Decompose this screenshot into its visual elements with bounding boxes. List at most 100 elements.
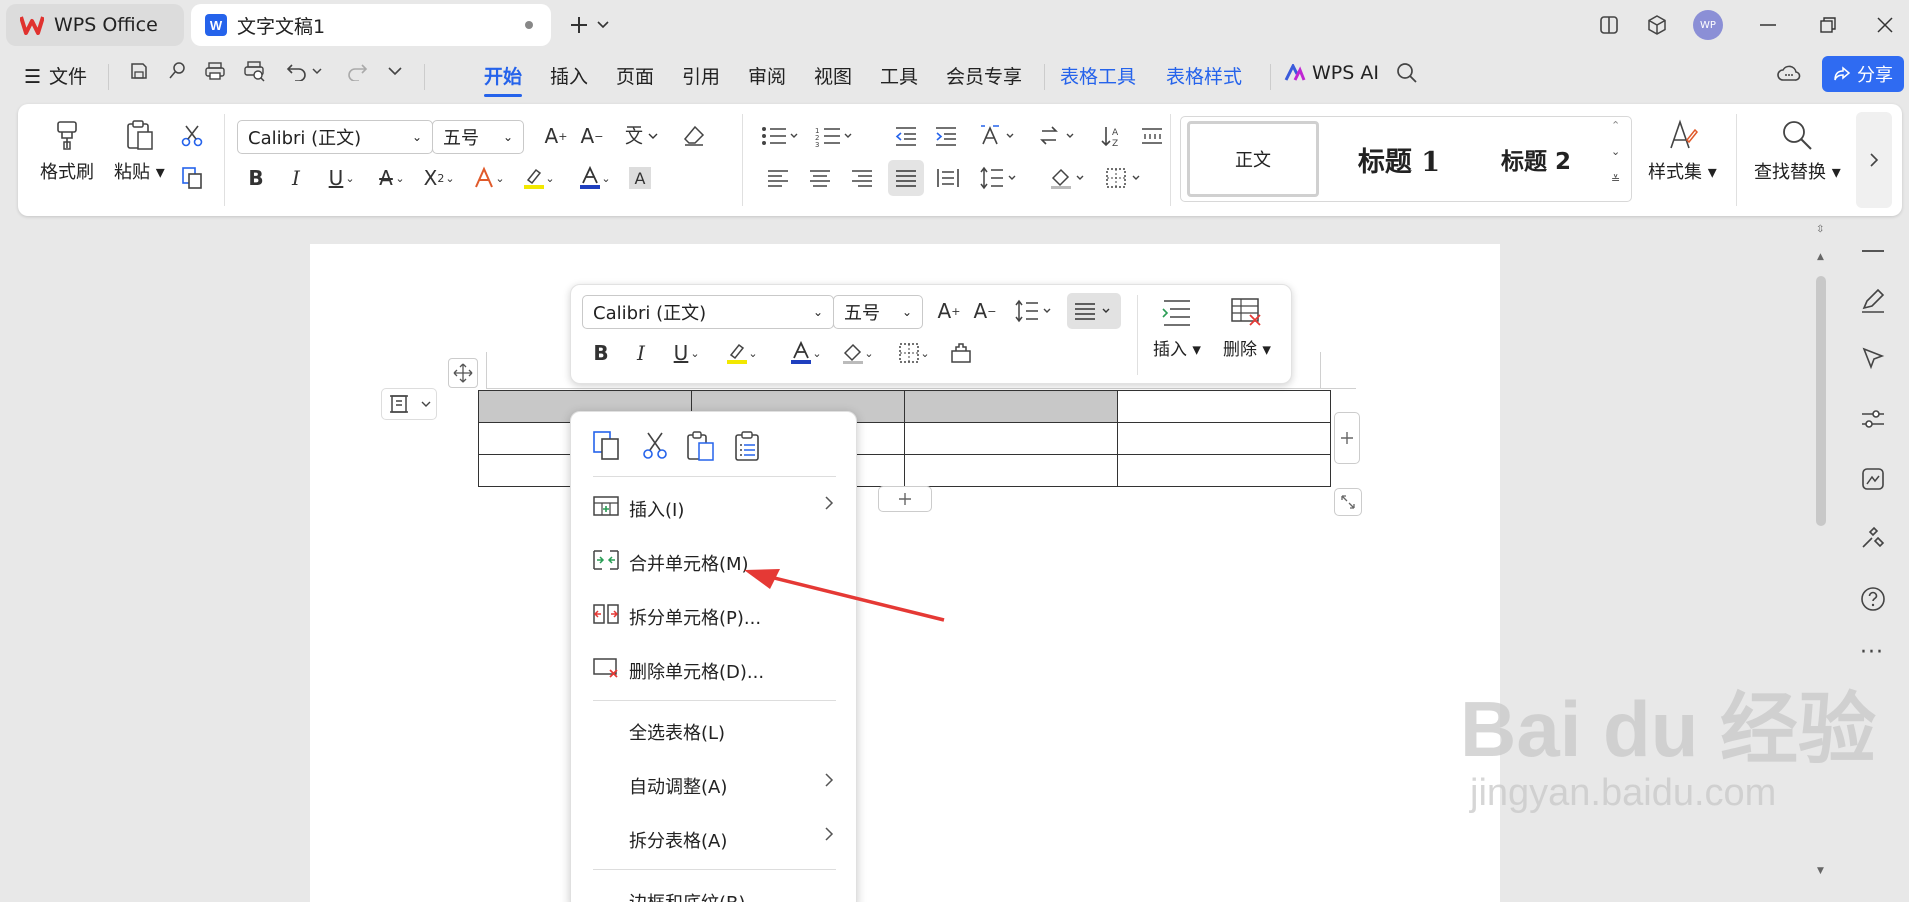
tab-list-chevron-icon[interactable]	[592, 8, 614, 42]
shrink-font-icon[interactable]: A −	[576, 120, 608, 152]
undo-dropdown-chevron-icon[interactable]	[306, 54, 328, 88]
strikethrough-chevron-icon[interactable]: ⌄	[392, 162, 408, 194]
table-resize-handle-icon[interactable]	[1334, 488, 1362, 516]
avatar[interactable]: WP	[1691, 8, 1725, 42]
align-right-icon[interactable]	[846, 162, 878, 194]
table-cell[interactable]	[1117, 390, 1331, 423]
line-spacing-icon[interactable]	[976, 162, 1022, 194]
new-tab-button[interactable]	[562, 8, 596, 42]
table-cell[interactable]	[904, 422, 1118, 455]
menu-member[interactable]: 会员专享	[946, 62, 1022, 89]
scroll-up-icon[interactable]: ▲	[1817, 252, 1824, 262]
font-color-chevron-icon[interactable]: ⌄	[598, 162, 614, 194]
ctx-copy-icon[interactable]	[591, 430, 623, 462]
paste-button[interactable]: 粘贴 ▾	[114, 118, 165, 184]
ctx-insert[interactable]: 插入(I)	[571, 487, 858, 527]
reading-layout-icon[interactable]	[1592, 8, 1626, 42]
scroll-thumb[interactable]	[1816, 276, 1826, 526]
mini-delete-button[interactable]: 删除 ▾	[1223, 295, 1271, 360]
style-heading-1[interactable]: 标题 1	[1329, 121, 1469, 197]
tab-document[interactable]: W 文字文稿1	[191, 4, 551, 46]
table-layout-toggle[interactable]	[381, 388, 437, 420]
text-flow-icon[interactable]	[1036, 120, 1082, 152]
paragraph-shading-icon[interactable]	[1046, 162, 1092, 194]
text-effect-chevron-icon[interactable]: ⌄	[492, 162, 508, 194]
table-cell[interactable]	[1117, 454, 1331, 487]
help-icon[interactable]	[1860, 586, 1886, 612]
mini-italic-icon[interactable]: I	[625, 337, 657, 369]
align-center-icon[interactable]	[804, 162, 836, 194]
table-cell[interactable]	[904, 390, 1118, 423]
align-left-icon[interactable]	[762, 162, 794, 194]
mini-highlight-chevron-icon[interactable]: ⌄	[745, 337, 761, 369]
distributed-align-icon[interactable]	[932, 162, 964, 194]
select-cursor-icon[interactable]	[1860, 346, 1886, 372]
bullet-list-icon[interactable]	[758, 120, 804, 152]
ctx-cut-icon[interactable]	[639, 430, 671, 462]
ctx-split-table[interactable]: 拆分表格(A)	[571, 818, 858, 858]
tools-icon[interactable]	[1860, 524, 1886, 550]
sort-icon[interactable]: AZ	[1096, 120, 1128, 152]
mini-line-spacing-icon[interactable]	[1011, 295, 1057, 327]
mini-shrink-font-icon[interactable]: A −	[969, 295, 1001, 327]
grow-font-icon[interactable]: A +	[540, 120, 572, 152]
collapse-sidebar-icon[interactable]	[1862, 250, 1884, 252]
decrease-indent-icon[interactable]	[890, 120, 922, 152]
share-button[interactable]: 分享	[1822, 56, 1904, 92]
ctx-select-table[interactable]: 全选表格(L)	[571, 710, 858, 750]
italic-icon[interactable]: I	[280, 162, 312, 194]
menu-view[interactable]: 视图	[814, 62, 852, 89]
scroll-down-icon[interactable]: ▼	[1817, 866, 1824, 876]
mini-insert-button[interactable]: 插入 ▾	[1153, 295, 1201, 360]
mini-grow-font-icon[interactable]: A +	[933, 295, 965, 327]
mini-shading-chevron-icon[interactable]: ⌄	[861, 337, 877, 369]
text-direction-icon[interactable]	[976, 120, 1022, 152]
add-row-button[interactable]	[878, 486, 932, 512]
image-edit-icon[interactable]	[1860, 466, 1886, 492]
menu-table-style[interactable]: 表格样式	[1166, 62, 1242, 89]
save-icon[interactable]	[122, 54, 156, 88]
file-menu[interactable]: ☰ 文件	[24, 62, 87, 89]
ctx-delete-cells[interactable]: 删除单元格(D)...	[571, 649, 858, 689]
superscript-chevron-icon[interactable]: ⌄	[442, 162, 458, 194]
cloud-sync-icon[interactable]	[1772, 56, 1806, 90]
menu-table-tools[interactable]: 表格工具	[1060, 62, 1136, 89]
minimize-icon[interactable]	[1751, 8, 1785, 42]
phonetic-guide-icon[interactable]: 文	[620, 120, 666, 152]
copy-icon[interactable]	[176, 162, 208, 194]
font-family-select[interactable]: Calibri (正文) ⌄	[237, 120, 433, 154]
ribbon-scroll-right-icon[interactable]	[1856, 112, 1892, 208]
restore-icon[interactable]	[1811, 8, 1845, 42]
style-scroll-up-icon[interactable]: ⌃	[1611, 119, 1620, 132]
char-shading-icon[interactable]: A	[624, 162, 656, 194]
find-replace-button[interactable]: 查找替换 ▾	[1754, 118, 1841, 184]
menu-tools[interactable]: 工具	[880, 62, 918, 89]
mini-eraser-icon[interactable]	[945, 337, 977, 369]
menu-references[interactable]: 引用	[682, 62, 720, 89]
ctx-paste-icon[interactable]	[685, 430, 717, 462]
redo-icon[interactable]	[340, 54, 374, 88]
unsaved-dot-icon[interactable]	[525, 21, 533, 29]
pen-icon[interactable]	[1860, 288, 1886, 314]
output-pdf-icon[interactable]	[160, 54, 194, 88]
cut-icon[interactable]	[176, 120, 208, 152]
ctx-paste-special-icon[interactable]	[733, 430, 765, 462]
mini-borders-chevron-icon[interactable]: ⌄	[917, 337, 933, 369]
numbered-list-icon[interactable]: 123	[812, 120, 858, 152]
more-chevron-icon[interactable]	[378, 54, 412, 88]
style-normal[interactable]: 正文	[1187, 121, 1319, 197]
table-move-handle-icon[interactable]	[448, 358, 478, 388]
print-preview-icon[interactable]	[238, 54, 272, 88]
clear-format-icon[interactable]	[678, 120, 710, 152]
mini-bold-icon[interactable]: B	[585, 337, 617, 369]
more-options-icon[interactable]: ···	[1860, 640, 1884, 665]
ctx-auto-fit[interactable]: 自动调整(A)	[571, 764, 858, 804]
print-icon[interactable]	[198, 54, 232, 88]
underline-chevron-icon[interactable]: ⌄	[342, 162, 358, 194]
increase-indent-icon[interactable]	[930, 120, 962, 152]
bold-icon[interactable]: B	[240, 162, 272, 194]
style-heading-2[interactable]: 标题 2	[1469, 121, 1603, 197]
table-cell[interactable]	[1117, 422, 1331, 455]
close-icon[interactable]	[1868, 8, 1902, 42]
mini-font-size-select[interactable]: 五号 ⌄	[833, 295, 923, 329]
